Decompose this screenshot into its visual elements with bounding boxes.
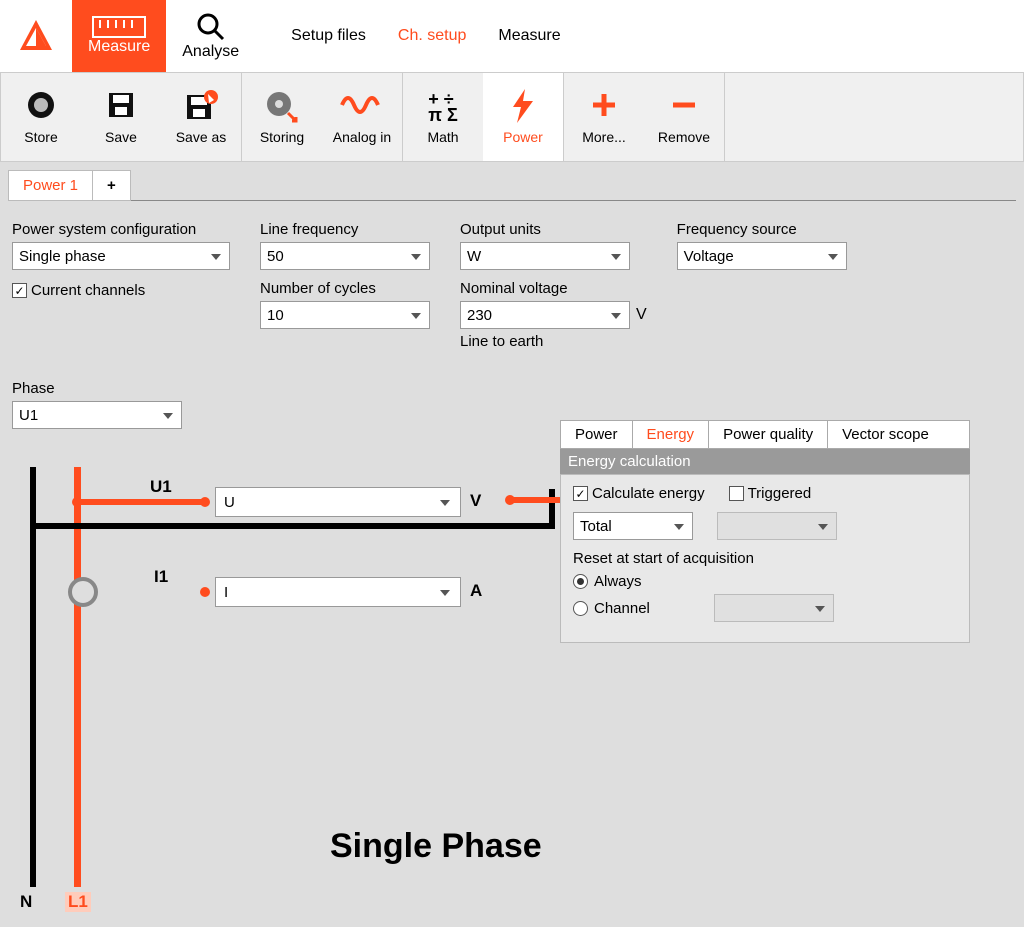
subtab-power-quality[interactable]: Power quality — [709, 421, 828, 448]
phase-select[interactable]: U1 — [12, 401, 182, 429]
save-as-button[interactable]: Save as — [161, 73, 241, 161]
power-button[interactable]: Power — [483, 73, 563, 161]
wiring-diagram: U1 I1 U V I A N L1 Single Phase — [20, 467, 570, 887]
tab-measure2[interactable]: Measure — [482, 0, 576, 72]
u-channel-select[interactable]: U — [215, 487, 461, 517]
search-icon — [195, 11, 227, 43]
number-of-cycles-label: Number of cycles — [260, 280, 430, 297]
save-as-icon — [183, 89, 219, 125]
math-button[interactable]: + ÷π Σ Math — [403, 73, 483, 161]
i1-label: I1 — [154, 567, 168, 587]
record-icon — [25, 89, 57, 125]
save-icon — [105, 89, 137, 125]
math-icon: + ÷π Σ — [428, 89, 458, 125]
energy-total-select[interactable]: Total — [573, 512, 693, 540]
nominal-voltage-unit: V — [636, 306, 647, 324]
reset-channel-radio[interactable]: Channel — [573, 600, 650, 617]
tab-setup-files[interactable]: Setup files — [275, 0, 382, 72]
radio-off-icon — [573, 601, 588, 616]
tab-analyse[interactable]: Analyse — [166, 0, 255, 72]
checkbox-off-icon — [729, 486, 744, 501]
checkbox-on-icon: ✓ — [573, 486, 588, 501]
calculate-energy-checkbox[interactable]: ✓ Calculate energy — [573, 485, 705, 502]
lightning-icon — [509, 89, 537, 125]
tab-power-1[interactable]: Power 1 — [8, 170, 93, 201]
minus-icon — [668, 89, 700, 125]
save-button[interactable]: Save — [81, 73, 161, 161]
nominal-voltage-label: Nominal voltage — [460, 280, 647, 297]
power-system-config-select[interactable]: Single phase — [12, 242, 230, 270]
subtab-vector-scope[interactable]: Vector scope — [828, 421, 969, 448]
reset-channel-select — [714, 594, 834, 622]
subtab-power[interactable]: Power — [561, 421, 633, 448]
app-logo[interactable] — [0, 0, 72, 72]
analog-in-button[interactable]: Analog in — [322, 73, 402, 161]
l1-label: L1 — [65, 892, 91, 912]
reset-always-radio[interactable]: Always — [573, 573, 957, 590]
power-system-config-label: Power system configuration — [12, 221, 230, 238]
u-unit-label: V — [470, 491, 481, 511]
radio-on-icon — [573, 574, 588, 589]
nominal-voltage-select[interactable]: 230 — [460, 301, 630, 329]
store-button[interactable]: Store — [1, 73, 81, 161]
plus-icon — [588, 89, 620, 125]
sine-icon — [340, 89, 384, 125]
output-units-select[interactable]: W — [460, 242, 630, 270]
phase-label: Phase — [12, 380, 182, 397]
number-of-cycles-select[interactable]: 10 — [260, 301, 430, 329]
u1-label: U1 — [150, 477, 172, 497]
storing-button[interactable]: Storing — [242, 73, 322, 161]
tab-measure-label: Measure — [88, 38, 150, 56]
triggered-checkbox[interactable]: Triggered — [729, 485, 812, 502]
tab-analyse-label: Analyse — [182, 43, 239, 61]
frequency-source-label: Frequency source — [677, 221, 847, 238]
tab-ch-setup[interactable]: Ch. setup — [382, 0, 482, 72]
line-frequency-select[interactable]: 50 — [260, 242, 430, 270]
frequency-source-select[interactable]: Voltage — [677, 242, 847, 270]
subtab-energy[interactable]: Energy — [633, 421, 710, 448]
diagram-title: Single Phase — [330, 827, 542, 866]
reset-label: Reset at start of acquisition — [573, 550, 957, 567]
line-to-earth-label: Line to earth — [460, 333, 647, 350]
energy-disabled-select — [717, 512, 837, 540]
energy-panel-header: Energy calculation — [560, 449, 970, 474]
current-channels-checkbox[interactable]: ✓ Current channels — [12, 282, 230, 299]
checkbox-on-icon: ✓ — [12, 283, 27, 298]
line-frequency-label: Line frequency — [260, 221, 430, 238]
tab-measure[interactable]: Measure — [72, 0, 166, 72]
storing-icon — [264, 89, 300, 125]
output-units-label: Output units — [460, 221, 647, 238]
more-button[interactable]: More... — [564, 73, 644, 161]
n-label: N — [20, 892, 32, 912]
i-unit-label: A — [470, 581, 482, 601]
add-tab-button[interactable]: + — [93, 170, 131, 201]
remove-button[interactable]: Remove — [644, 73, 724, 161]
i-channel-select[interactable]: I — [215, 577, 461, 607]
